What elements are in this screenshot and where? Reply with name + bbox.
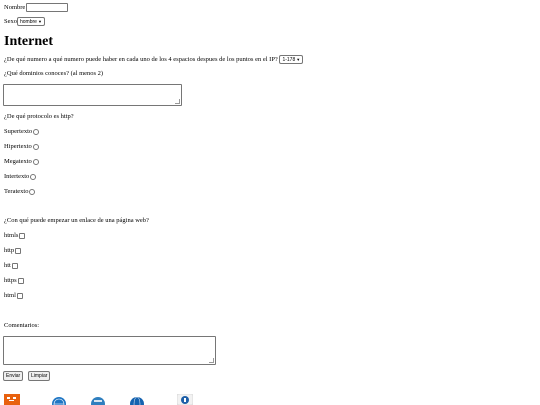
orange-badge-icon[interactable] <box>4 394 20 405</box>
http-option-label: Intertexto <box>4 173 30 180</box>
resize-grip-icon <box>175 99 180 104</box>
comments-textarea[interactable] <box>3 336 216 365</box>
sex-row: Sexo hombre▼ <box>4 17 45 26</box>
comments-label: Comentarios: <box>4 322 40 329</box>
http-option-radio[interactable] <box>32 158 39 165</box>
link-option-label: http <box>4 247 15 254</box>
link-option-row: htt <box>4 262 18 270</box>
link-option-checkbox[interactable] <box>19 232 26 239</box>
ip-question-label: ¿De qué numero a qué numero puede haber … <box>4 55 278 63</box>
submit-button[interactable]: Enviar <box>3 371 24 381</box>
link-option-row: https <box>4 277 24 285</box>
http-option-label: Hipertexto <box>4 143 32 150</box>
http-option-radio[interactable] <box>29 188 36 195</box>
w3c-badge-icon[interactable] <box>51 396 67 405</box>
http-option-row: Hipertexto <box>4 143 39 151</box>
sex-label: Sexo <box>4 17 17 25</box>
domains-question: ¿Qué dominios conoces? (al menos 2) <box>4 70 104 77</box>
ip-range-select[interactable]: 1-178▼ <box>279 55 304 64</box>
http-option-row: Supertexto <box>4 128 40 136</box>
http-option-radio[interactable] <box>32 143 39 150</box>
domains-textarea[interactable] <box>3 84 182 106</box>
ip-range-value: 1-178 <box>282 57 296 63</box>
http-option-label: Supertexto <box>4 128 33 135</box>
link-option-row: http <box>4 247 22 255</box>
css-badge-icon[interactable] <box>90 396 106 405</box>
http-option-row: Intertexto <box>4 173 37 181</box>
http-option-row: Megatexto <box>4 158 39 166</box>
globe-badge-icon[interactable] <box>129 396 145 405</box>
link-option-label: htmls <box>4 232 19 239</box>
sex-select-value: hombre <box>20 19 37 25</box>
page-title: Internet <box>4 34 53 49</box>
http-option-label: Teratexto <box>4 188 29 195</box>
link-option-label: https <box>4 277 17 284</box>
link-option-row: htmls <box>4 232 26 240</box>
name-input[interactable] <box>26 3 69 12</box>
link-question: ¿Con qué puede empezar un enlace de una … <box>4 217 149 224</box>
sex-select[interactable]: hombre▼ <box>17 17 45 26</box>
http-option-label: Megatexto <box>4 158 32 165</box>
ip-question-row: ¿De qué numero a qué numero puede haber … <box>4 55 304 64</box>
chevron-down-icon: ▼ <box>296 57 301 62</box>
name-row: Nombre <box>4 3 69 12</box>
link-option-checkbox[interactable] <box>17 277 24 284</box>
link-option-checkbox[interactable] <box>16 292 23 299</box>
lock-badge-icon[interactable] <box>177 394 193 405</box>
http-option-radio[interactable] <box>30 173 37 180</box>
link-option-row: html <box>4 292 23 300</box>
http-option-radio[interactable] <box>33 128 40 135</box>
link-option-label: htt <box>4 262 11 269</box>
http-question: ¿De qué protocolo es http? <box>4 113 74 120</box>
name-label: Nombre <box>4 3 26 11</box>
form-page: Nombre Sexo hombre▼ Internet ¿De qué nume… <box>0 0 540 405</box>
link-option-checkbox[interactable] <box>11 262 18 269</box>
reset-button[interactable]: Limpiar <box>28 371 51 381</box>
http-option-row: Teratexto <box>4 188 36 196</box>
chevron-down-icon: ▼ <box>37 19 42 24</box>
resize-grip-icon <box>209 358 214 363</box>
link-option-checkbox[interactable] <box>15 247 22 254</box>
link-option-label: html <box>4 292 16 299</box>
